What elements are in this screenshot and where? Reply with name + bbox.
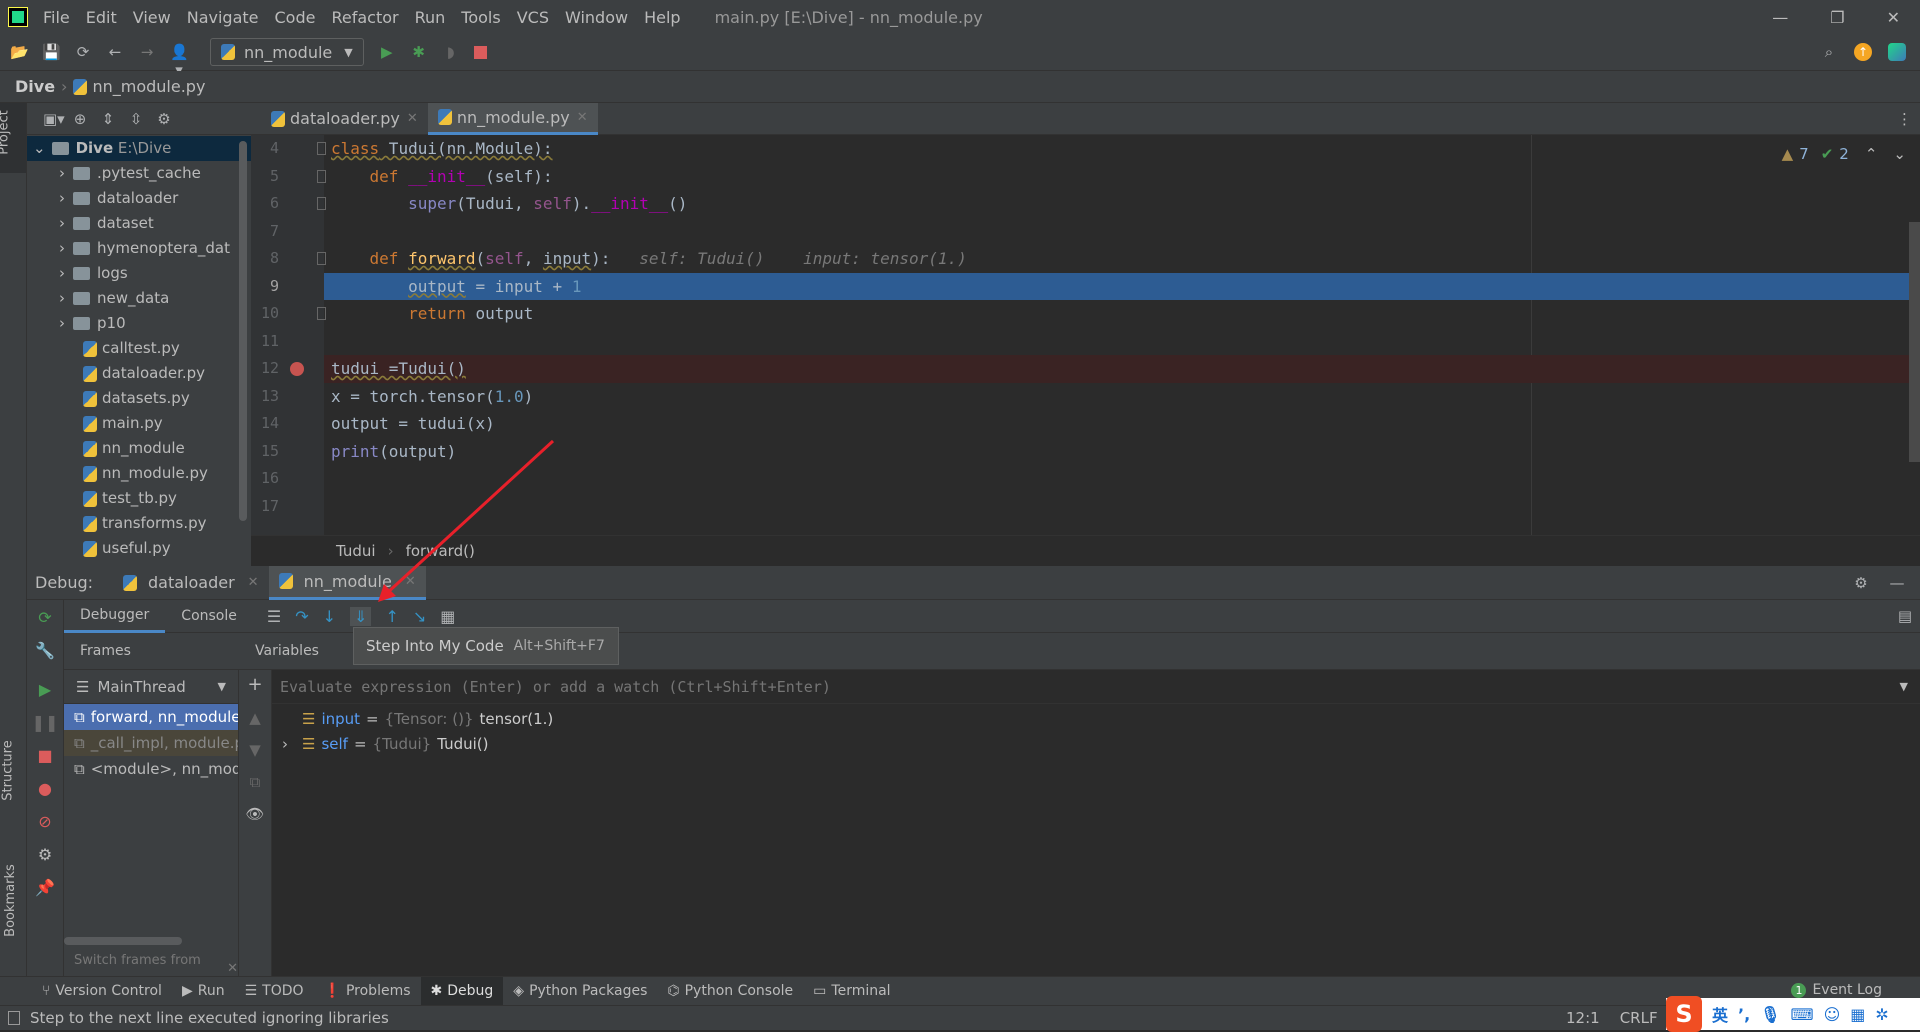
ime-toolbar[interactable]: S 英 ’, 🎙 ⌨ ☺ ▦ ✲ [1666,996,1920,1032]
tool-label: Terminal [831,983,891,999]
tool-label: TODO [262,983,304,999]
punctuation-icon[interactable]: ’, [1738,1005,1750,1024]
status-message: Step to the next line executed ignoring … [30,1009,389,1027]
tool-icon: ✱ [430,983,443,999]
tool-icon: ❗ [323,983,341,999]
skin-icon[interactable]: ☺ [1824,1005,1841,1024]
tool-label: Version Control [55,983,162,999]
tool-window-run[interactable]: ▶ Run [172,977,235,1006]
caret-position[interactable]: 12:1 [1566,1009,1600,1027]
ime-language[interactable]: 英 [1712,1002,1728,1026]
tool-icon: ⑂ [42,983,51,999]
tool-label: Run [197,983,225,999]
tool-window-todo[interactable]: ☰ TODO [235,977,314,1006]
event-log-label: Event Log [1812,982,1882,998]
tool-icon: ▭ [813,983,827,999]
tool-window-python-console[interactable]: ⌬ Python Console [657,977,803,1006]
tool-window-bar: ⑂ Version Control ▶ Run ☰ TODO ❗ Problems ✱ Debug… [0,976,1920,1006]
tool-label: Python Packages [529,983,648,999]
tool-icon: ▶ [181,983,193,999]
tool-label: Problems [345,983,411,999]
red-annotation-arrow [378,439,555,602]
tool-window-terminal[interactable]: ▭ Terminal [803,977,900,1006]
tool-window-problems[interactable]: ❗ Problems [314,977,421,1006]
keyboard-icon[interactable]: ⌨ [1790,1005,1813,1024]
status-toggle-icon[interactable] [8,1011,20,1025]
sogou-logo-icon: S [1666,996,1702,1032]
event-log-badge: 1 [1791,982,1807,998]
line-separator[interactable]: CRLF [1620,1009,1658,1027]
tool-window-python-packages[interactable]: ◈ Python Packages [503,977,657,1006]
tool-icon: ⌬ [667,983,680,999]
tool-icon: ◈ [513,983,525,999]
status-bar: Step to the next line executed ignoring … [0,996,1920,1032]
tool-icon: ☰ [244,983,258,999]
tool-label: Debug [447,983,494,999]
microphone-icon[interactable]: 🎙 [1760,1005,1780,1024]
event-log-button[interactable]: 1 Event Log [1791,982,1882,998]
settings-icon[interactable]: ✲ [1875,1005,1888,1024]
toolbox-icon[interactable]: ▦ [1850,1005,1865,1024]
tool-window-debug[interactable]: ✱ Debug [420,976,504,1006]
tool-window-version-control[interactable]: ⑂ Version Control [32,977,172,1006]
tool-label: Python Console [684,983,794,999]
